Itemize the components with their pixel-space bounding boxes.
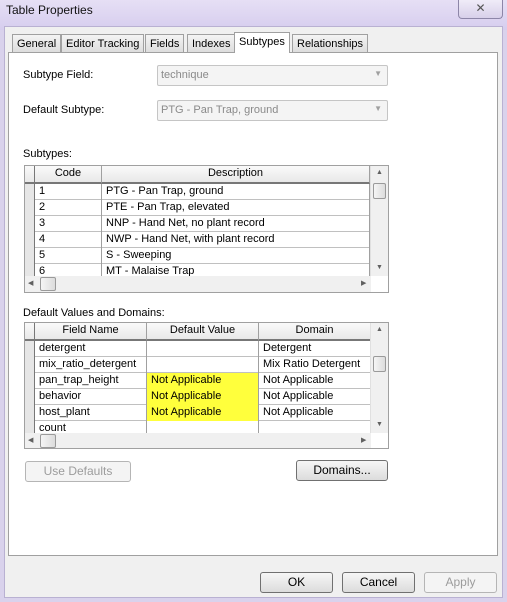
defaults-label: Default Values and Domains: xyxy=(23,307,165,319)
default-subtype-value: PTG - Pan Trap, ground xyxy=(161,104,279,116)
subtypes-label: Subtypes: xyxy=(23,148,72,160)
vertical-scrollbar[interactable]: ▲ ▼ xyxy=(370,166,388,276)
row-selector[interactable] xyxy=(25,184,35,200)
tab-indexes[interactable]: Indexes xyxy=(187,34,236,53)
cancel-button[interactable]: Cancel xyxy=(342,572,415,593)
row-selector[interactable] xyxy=(25,373,35,389)
row-selector[interactable] xyxy=(25,341,35,357)
scroll-thumb[interactable] xyxy=(373,183,386,199)
row-selector[interactable] xyxy=(25,200,35,216)
tab-relationships[interactable]: Relationships xyxy=(292,34,369,53)
table-row[interactable]: 2 PTE - Pan Trap, elevated xyxy=(25,200,371,216)
table-cell[interactable]: 2 xyxy=(35,200,102,216)
vertical-scrollbar[interactable]: ▲ ▼ xyxy=(370,323,388,433)
row-selector-header xyxy=(25,166,35,184)
column-header[interactable]: Domain xyxy=(259,323,371,341)
ok-button[interactable]: OK xyxy=(260,572,333,593)
row-selector[interactable] xyxy=(25,389,35,405)
table-row[interactable]: 4 NWP - Hand Net, with plant record xyxy=(25,232,371,248)
scroll-left-icon[interactable]: ◀ xyxy=(28,279,33,287)
scroll-up-icon[interactable]: ▲ xyxy=(376,326,383,333)
domains-button[interactable]: Domains... xyxy=(296,460,388,481)
table-cell[interactable]: pan_trap_height xyxy=(35,373,147,389)
row-selector[interactable] xyxy=(25,216,35,232)
table-cell[interactable]: 5 xyxy=(35,248,102,264)
scroll-up-icon[interactable]: ▲ xyxy=(376,169,383,176)
row-selector[interactable] xyxy=(25,248,35,264)
table-row[interactable]: 3 NNP - Hand Net, no plant record xyxy=(25,216,371,232)
subtypes-grid[interactable]: Code Description 1 PTG - Pan Trap, ground 2 P… xyxy=(24,165,389,293)
apply-button[interactable]: Apply xyxy=(424,572,497,593)
scroll-down-icon[interactable]: ▼ xyxy=(376,421,383,428)
row-selector-header xyxy=(25,323,35,341)
tab-subtypes[interactable]: Subtypes xyxy=(234,32,290,53)
table-cell[interactable]: S - Sweeping xyxy=(102,248,370,264)
table-cell[interactable]: 4 xyxy=(35,232,102,248)
scroll-right-icon[interactable]: ▶ xyxy=(361,436,366,444)
table-cell[interactable]: PTE - Pan Trap, elevated xyxy=(102,200,370,216)
table-cell[interactable] xyxy=(147,357,259,373)
table-cell[interactable]: behavior xyxy=(35,389,147,405)
table-row[interactable]: detergent Detergent xyxy=(25,341,371,357)
table-cell[interactable]: 3 xyxy=(35,216,102,232)
defaults-grid[interactable]: Field Name Default Value Domain detergent De… xyxy=(24,322,389,449)
default-subtype-combo[interactable]: PTG - Pan Trap, ground ▼ xyxy=(157,100,388,121)
column-header[interactable]: Field Name xyxy=(35,323,147,341)
table-row[interactable]: 1 PTG - Pan Trap, ground xyxy=(25,184,371,200)
subtype-field-combo[interactable]: technique ▼ xyxy=(157,65,388,86)
table-cell[interactable]: Mix Ratio Detergent xyxy=(259,357,371,373)
table-cell[interactable]: detergent xyxy=(35,341,147,357)
column-header[interactable]: Default Value xyxy=(147,323,259,341)
row-selector[interactable] xyxy=(25,232,35,248)
scroll-down-icon[interactable]: ▼ xyxy=(376,264,383,271)
table-cell[interactable]: host_plant xyxy=(35,405,147,421)
table-cell[interactable]: NWP - Hand Net, with plant record xyxy=(102,232,370,248)
subtype-field-label: Subtype Field: xyxy=(23,69,94,81)
table-cell[interactable]: Not Applicable xyxy=(259,373,371,389)
table-row[interactable]: behavior Not Applicable Not Applicable xyxy=(25,389,371,405)
scroll-right-icon[interactable]: ▶ xyxy=(361,279,366,287)
column-header[interactable]: Description xyxy=(102,166,370,184)
subtype-field-value: technique xyxy=(161,69,209,81)
scroll-thumb[interactable] xyxy=(40,434,56,448)
table-cell[interactable] xyxy=(147,341,259,357)
close-button[interactable]: ✕ xyxy=(458,0,503,19)
chevron-down-icon: ▼ xyxy=(374,69,382,78)
use-defaults-button[interactable]: Use Defaults xyxy=(25,461,131,482)
table-row[interactable]: 5S - Sweeping xyxy=(25,248,371,264)
column-header[interactable]: Code xyxy=(35,166,102,184)
horizontal-scrollbar[interactable]: ◀ ▶ xyxy=(25,276,371,292)
window-title: Table Properties xyxy=(6,3,93,17)
row-selector[interactable] xyxy=(25,405,35,421)
table-cell[interactable]: Not Applicable xyxy=(147,373,259,389)
table-cell[interactable]: Not Applicable xyxy=(147,405,259,421)
table-cell[interactable]: PTG - Pan Trap, ground xyxy=(102,184,370,200)
table-row[interactable]: mix_ratio_detergent Mix Ratio Detergent xyxy=(25,357,371,373)
table-row[interactable]: pan_trap_height Not Applicable Not Applica… xyxy=(25,373,371,389)
default-subtype-label: Default Subtype: xyxy=(23,104,105,116)
table-cell[interactable]: mix_ratio_detergent xyxy=(35,357,147,373)
tab-fields[interactable]: Fields xyxy=(145,34,185,53)
table-cell[interactable]: 1 xyxy=(35,184,102,200)
table-row[interactable]: host_plant Not Applicable Not Applicable xyxy=(25,405,371,421)
table-cell[interactable]: Not Applicable xyxy=(259,389,371,405)
table-cell[interactable]: Not Applicable xyxy=(147,389,259,405)
row-selector[interactable] xyxy=(25,357,35,373)
tab-general[interactable]: General xyxy=(12,34,62,53)
table-cell[interactable]: NNP - Hand Net, no plant record xyxy=(102,216,370,232)
scroll-left-icon[interactable]: ◀ xyxy=(28,436,33,444)
table-cell[interactable]: Detergent xyxy=(259,341,371,357)
chevron-down-icon: ▼ xyxy=(374,104,382,113)
scroll-thumb[interactable] xyxy=(40,277,56,291)
tab-editor-tracking[interactable]: Editor Tracking xyxy=(61,34,145,53)
close-icon: ✕ xyxy=(475,1,486,15)
table-cell[interactable]: Not Applicable xyxy=(259,405,371,421)
horizontal-scrollbar[interactable]: ◀ ▶ xyxy=(25,433,371,448)
scroll-thumb[interactable] xyxy=(373,356,386,372)
